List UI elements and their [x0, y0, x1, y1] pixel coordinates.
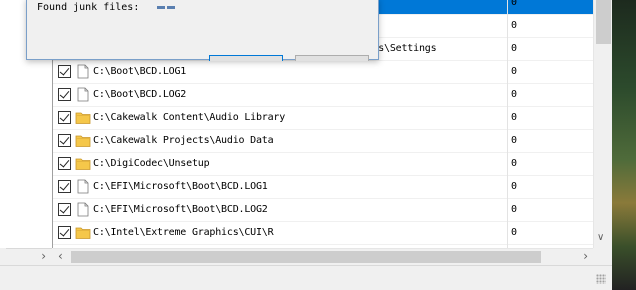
file-size: 0 [511, 43, 518, 54]
scroll-left-arrow-icon[interactable]: ‹ [58, 249, 63, 263]
resize-grip-icon[interactable] [596, 274, 606, 284]
dialog-primary-button[interactable] [209, 55, 283, 61]
file-size: 0 [511, 66, 518, 77]
list-row[interactable]: C:\Boot\BCD.LOG1 0 [53, 61, 593, 84]
size-cell: 0 [507, 84, 593, 107]
horizontal-scroll-thumb[interactable] [71, 251, 541, 263]
checkbox-checked-icon[interactable] [58, 111, 71, 124]
tree-horizontal-scrollbar[interactable]: › [6, 248, 52, 264]
list-row[interactable]: C:\EFI\Microsoft\Boot\BCD.LOG2 0 [53, 199, 593, 222]
size-cell: 0 [507, 176, 593, 199]
size-cell: 0 [507, 0, 593, 15]
folder-icon [75, 225, 91, 240]
file-size: 0 [511, 0, 518, 8]
list-row[interactable]: C:\Intel\Extreme Graphics\CUI\R 0 [53, 222, 593, 245]
file-size: 0 [511, 135, 518, 146]
file-size: 0 [511, 20, 518, 31]
checkbox-checked-icon[interactable] [58, 226, 71, 239]
size-cell: 0 [507, 15, 593, 38]
folder-icon [75, 110, 91, 125]
file-path: C:\DigiCodec\Unsetup [93, 158, 210, 169]
folder-icon [75, 133, 91, 148]
checkbox-checked-icon[interactable] [58, 65, 71, 78]
size-cell: 0 [507, 153, 593, 176]
list-vertical-scrollbar[interactable]: ∨ [593, 0, 612, 248]
vertical-scroll-thumb[interactable] [596, 0, 611, 44]
checkbox-checked-icon[interactable] [58, 157, 71, 170]
scroll-down-arrow-icon[interactable]: ∨ [597, 232, 604, 243]
file-icon [75, 202, 91, 217]
size-cell: 0 [507, 61, 593, 84]
list-horizontal-scrollbar[interactable]: ‹ › [53, 248, 593, 264]
size-cell: 0 [507, 107, 593, 130]
list-row[interactable]: C:\Boot\BCD.LOG2 0 [53, 84, 593, 107]
file-size: 0 [511, 204, 518, 215]
file-icon [75, 64, 91, 79]
file-path: C:\Boot\BCD.LOG2 [93, 89, 187, 100]
file-path: C:\Cakewalk Projects\Audio Data [93, 135, 274, 146]
checkbox-checked-icon[interactable] [58, 88, 71, 101]
scroll-right-arrow-icon[interactable]: › [41, 249, 46, 263]
scroll-right-arrow-icon[interactable]: › [583, 249, 588, 263]
size-cell: 0 [507, 130, 593, 153]
status-bar [0, 265, 612, 290]
list-row[interactable]: C:\EFI\Microsoft\Boot\BCD.LOG1 0 [53, 176, 593, 199]
checkbox-checked-icon[interactable] [58, 134, 71, 147]
folder-icon [75, 156, 91, 171]
dialog-secondary-button[interactable] [295, 55, 369, 61]
scan-progress-dialog: Found junk files: [26, 0, 379, 61]
file-path: C:\EFI\Microsoft\Boot\BCD.LOG2 [93, 204, 268, 215]
checkbox-checked-icon[interactable] [58, 203, 71, 216]
file-path: C:\Intel\Extreme Graphics\CUI\R [93, 227, 274, 238]
file-size: 0 [511, 227, 518, 238]
file-path: C:\Cakewalk Content\Audio Library [93, 112, 286, 123]
cleaner-window: › emp\CyberArticle0\SogouPY\Temp0C:\360S… [0, 0, 612, 290]
desktop-wallpaper [612, 0, 636, 290]
checkbox-checked-icon[interactable] [58, 180, 71, 193]
found-junk-files-label: Found junk files: [37, 2, 140, 13]
file-icon [75, 87, 91, 102]
scan-progress-indicator [157, 6, 177, 9]
file-size: 0 [511, 158, 518, 169]
file-size: 0 [511, 112, 518, 123]
list-row[interactable]: C:\Cakewalk Projects\Audio Data 0 [53, 130, 593, 153]
list-row[interactable]: C:\DigiCodec\Unsetup 0 [53, 153, 593, 176]
size-cell: 0 [507, 38, 593, 61]
list-row[interactable]: C:\Cakewalk Content\Audio Library 0 [53, 107, 593, 130]
file-path: C:\Boot\BCD.LOG1 [93, 66, 187, 77]
file-size: 0 [511, 89, 518, 100]
file-icon [75, 179, 91, 194]
file-path: C:\EFI\Microsoft\Boot\BCD.LOG1 [93, 181, 268, 192]
size-cell: 0 [507, 199, 593, 222]
file-size: 0 [511, 181, 518, 192]
size-cell: 0 [507, 222, 593, 245]
